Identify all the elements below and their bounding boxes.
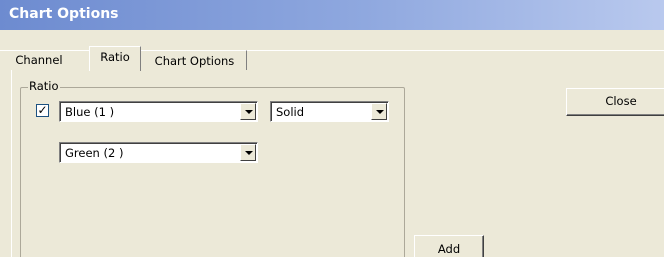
channel-select-2[interactable]: Green (2 ) (59, 142, 258, 163)
chevron-down-icon (245, 151, 253, 155)
close-button[interactable]: Close (566, 88, 664, 116)
tab-ratio[interactable]: Ratio (89, 46, 141, 71)
line-style-select[interactable]: Solid (270, 101, 389, 122)
chevron-down-icon (376, 110, 384, 114)
ratio-enable-checkbox[interactable]: ✓ (36, 104, 49, 117)
tab-chart-options[interactable]: Chart Options (143, 50, 247, 70)
title-bar: Chart Options (0, 0, 664, 30)
line-style-select-value: Solid (276, 105, 305, 119)
panel-border (11, 70, 12, 257)
ratio-group-label: Ratio (28, 79, 60, 93)
window-title: Chart Options (9, 6, 119, 22)
dropdown-arrow-button[interactable] (371, 103, 387, 120)
channel-select-1-value: Blue (1 ) (65, 105, 115, 119)
checkmark-icon: ✓ (37, 103, 48, 117)
dropdown-arrow-button[interactable] (240, 103, 256, 120)
channel-select-2-value: Green (2 ) (65, 146, 124, 160)
add-button[interactable]: Add (414, 235, 484, 257)
chevron-down-icon (245, 110, 253, 114)
channel-select-1[interactable]: Blue (1 ) (59, 101, 258, 122)
tab-channel[interactable]: Channel (10, 50, 68, 70)
dropdown-arrow-button[interactable] (240, 144, 256, 161)
